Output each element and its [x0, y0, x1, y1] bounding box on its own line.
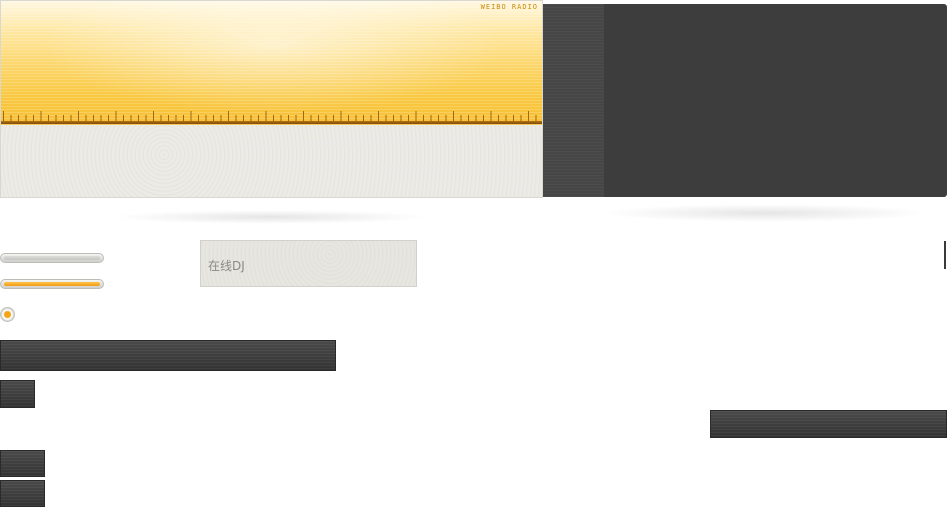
small-dark-button[interactable] — [0, 380, 35, 408]
playback-progress-fill — [4, 282, 100, 286]
online-dj-label: 在线DJ — [208, 259, 245, 273]
scroll-marker — [944, 241, 946, 269]
frequency-baseline — [1, 121, 542, 124]
station-radio-button[interactable] — [0, 307, 15, 322]
brand-label: WEIBO RADIO — [480, 3, 538, 11]
tuner-leather-base — [1, 125, 542, 197]
volume-slider-fill — [4, 256, 100, 260]
frequency-scale[interactable] — [1, 107, 542, 121]
volume-slider[interactable] — [0, 253, 104, 263]
dark-button-1[interactable] — [0, 450, 45, 477]
playback-progress-bar[interactable] — [0, 279, 104, 289]
right-dark-bar[interactable] — [710, 410, 947, 438]
radio-tuner-panel: WEIBO RADIO — [0, 0, 543, 198]
tuner-shadow — [110, 210, 430, 224]
side-panel-strip[interactable] — [543, 4, 604, 197]
side-panel-shadow — [600, 204, 930, 222]
dark-button-2[interactable] — [0, 480, 45, 507]
online-dj-card[interactable]: 在线DJ — [200, 240, 417, 287]
station-bar[interactable] — [0, 340, 336, 371]
